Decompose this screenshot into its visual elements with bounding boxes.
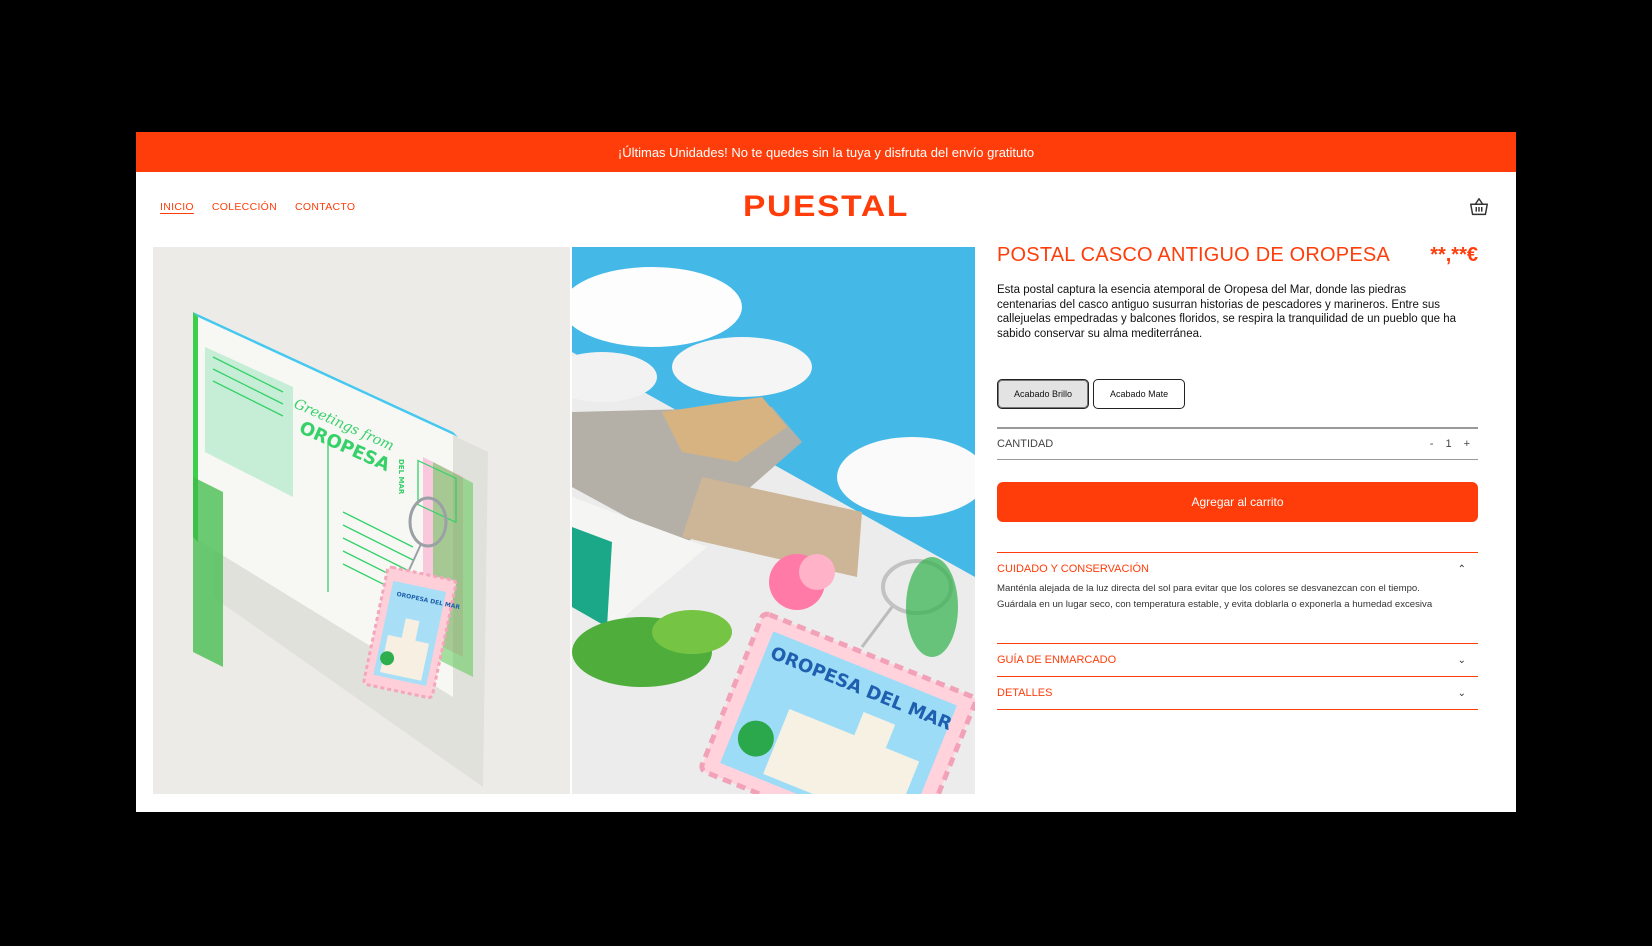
nav-link-inicio[interactable]: INICIO [160, 201, 194, 213]
promo-text: ¡Últimas Unidades! No te quedes sin la t… [617, 144, 1035, 160]
product-description: Esta postal captura la esencia atemporal… [997, 284, 1457, 340]
add-to-cart-button[interactable]: Agregar al carrito [997, 482, 1478, 522]
quantity-decrease-button[interactable]: - [1430, 438, 1434, 450]
quantity-increase-button[interactable]: + [1464, 438, 1470, 450]
quantity-row: CANTIDAD - 1 + [997, 427, 1478, 460]
quantity-label: CANTIDAD [997, 438, 1054, 450]
product-image-postcard[interactable]: Greetings from OROPESA DEL MAR OROPESA D… [153, 247, 570, 794]
quantity-value[interactable]: 1 [1445, 438, 1451, 450]
accordion-details-header[interactable]: DETALLES ⌄ [997, 677, 1478, 709]
accordion-care: CUIDADO Y CONSERVACIÓN ⌃ Manténla alejad… [997, 552, 1478, 643]
main-nav: INICIO COLECCIÓN CONTACTO [160, 201, 355, 213]
promo-banner: ¡Últimas Unidades! No te quedes sin la t… [136, 132, 1516, 172]
postcard-town-suffix: DEL MAR [397, 459, 405, 495]
accordion-framing-title: GUÍA DE ENMARCADO [997, 654, 1117, 666]
accordion-details: DETALLES ⌄ [997, 676, 1478, 710]
finish-options: Acabado Brillo Acabado Mate [997, 379, 1478, 409]
product-price: **,**€ [1430, 244, 1478, 266]
chevron-down-icon: ⌄ [1457, 654, 1466, 666]
basket-icon[interactable] [1468, 196, 1490, 218]
product-header: POSTAL CASCO ANTIGUO DE OROPESA **,**€ [997, 244, 1478, 267]
finish-option-brillo[interactable]: Acabado Brillo [997, 379, 1090, 409]
finish-option-mate[interactable]: Acabado Mate [1093, 379, 1186, 409]
accordion-care-body: Manténla alejada de la luz directa del s… [997, 583, 1433, 610]
brand-logo[interactable]: PUESTAL [743, 190, 909, 224]
accordion-framing-header[interactable]: GUÍA DE ENMARCADO ⌄ [997, 644, 1478, 676]
quantity-stepper: - 1 + [1430, 438, 1478, 450]
product-title: POSTAL CASCO ANTIGUO DE OROPESA [997, 244, 1390, 266]
accordion-details-title: DETALLES [997, 687, 1053, 699]
product-panel: POSTAL CASCO ANTIGUO DE OROPESA **,**€ E… [997, 244, 1478, 710]
nav-link-contacto[interactable]: CONTACTO [295, 201, 355, 213]
chevron-up-icon: ⌃ [1457, 563, 1466, 575]
nav-link-coleccion[interactable]: COLECCIÓN [212, 201, 277, 213]
chevron-down-icon: ⌄ [1457, 687, 1466, 699]
page-frame: ¡Últimas Unidades! No te quedes sin la t… [136, 132, 1516, 812]
accordion-care-title: CUIDADO Y CONSERVACIÓN [997, 563, 1149, 575]
product-image-closeup[interactable]: OROPESA DEL MAR [572, 247, 975, 794]
accordion-framing: GUÍA DE ENMARCADO ⌄ [997, 643, 1478, 676]
